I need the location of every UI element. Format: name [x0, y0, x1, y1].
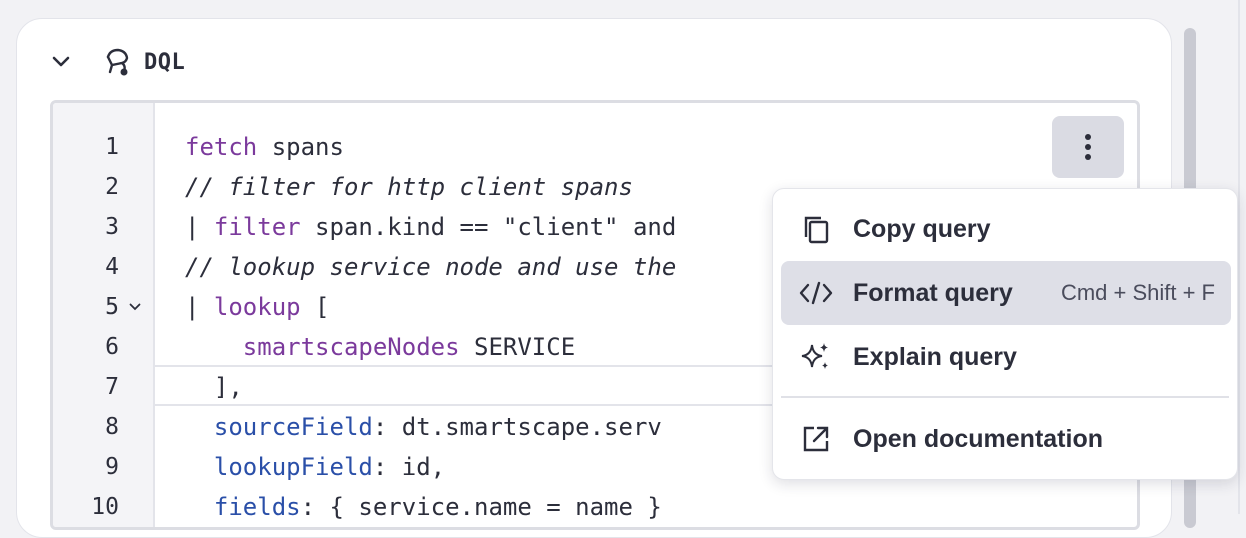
line-number: 10	[91, 494, 119, 520]
code-token: filter	[213, 213, 301, 241]
line-number: 3	[105, 214, 119, 240]
code-token: fetch	[185, 133, 258, 161]
line-number: 7	[105, 374, 119, 400]
code-token: smartscapeNodes	[242, 333, 460, 361]
code-token: lookupField	[213, 453, 373, 481]
code-line: fetch spans	[185, 127, 344, 167]
section-header: DQL	[50, 40, 185, 84]
code-line: fields: { service.name = name }	[185, 487, 662, 527]
code-token: : { service.name = name }	[300, 493, 662, 521]
code-line: | lookup [	[185, 287, 330, 327]
line-number: 1	[105, 134, 119, 160]
line-number: 2	[105, 174, 119, 200]
menu-item-label: Explain query	[853, 342, 1017, 371]
copy-icon	[799, 212, 833, 246]
sparkle-icon	[799, 340, 833, 374]
keyboard-shortcut: Cmd + Shift + F	[1060, 280, 1215, 305]
code-token: [	[300, 293, 330, 321]
page-edge-divider	[1238, 0, 1240, 514]
line-number: 8	[105, 414, 119, 440]
code-icon	[799, 276, 833, 310]
menu-item-label: Copy query	[853, 214, 991, 243]
code-token: fields	[213, 493, 301, 521]
section-title: DQL	[144, 49, 186, 75]
code-token: SERVICE	[459, 333, 576, 361]
line-number: 5	[105, 294, 119, 320]
code-line: lookupField: id,	[185, 447, 445, 487]
menu-item-copy-query[interactable]: Copy query	[781, 197, 1231, 261]
line-number: 4	[105, 254, 119, 280]
menu-item-label: Format query	[853, 278, 1013, 307]
code-token: : dt.smartscape.serv	[372, 413, 662, 441]
code-token: ],	[185, 373, 243, 401]
query-actions-menu: Copy query Format query Cmd + Shift + F …	[772, 188, 1238, 480]
code-token: spans	[257, 133, 344, 161]
code-line: ],	[185, 367, 243, 407]
code-token: // filter for http client spans	[185, 173, 633, 201]
dql-icon	[100, 45, 134, 79]
code-token: lookup	[213, 293, 301, 321]
code-token: |	[185, 293, 214, 321]
collapse-chevron-icon[interactable]	[50, 51, 72, 73]
line-number: 6	[105, 334, 119, 360]
code-token: : id,	[372, 453, 446, 481]
code-token: |	[185, 213, 214, 241]
code-line: // filter for http client spans	[185, 167, 633, 207]
code-token: // lookup service node and use the	[185, 253, 677, 281]
code-line: // lookup service node and use the	[185, 247, 676, 287]
fold-chevron-icon[interactable]	[127, 287, 143, 327]
code-token: sourceField	[213, 413, 373, 441]
menu-item-open-documentation[interactable]: Open documentation	[781, 407, 1231, 471]
code-token: span.kind == "client" and	[300, 213, 677, 241]
code-line: | filter span.kind == "client" and	[185, 207, 676, 247]
line-number: 9	[105, 454, 119, 480]
menu-item-explain-query[interactable]: Explain query	[781, 325, 1231, 389]
code-line: sourceField: dt.smartscape.serv	[185, 407, 662, 447]
more-options-button[interactable]	[1052, 116, 1124, 178]
menu-item-format-query[interactable]: Format query Cmd + Shift + F	[781, 261, 1231, 325]
code-line: smartscapeNodes SERVICE	[185, 327, 575, 367]
menu-item-label: Open documentation	[853, 424, 1103, 453]
external-link-icon	[799, 422, 833, 456]
menu-divider	[781, 396, 1229, 398]
